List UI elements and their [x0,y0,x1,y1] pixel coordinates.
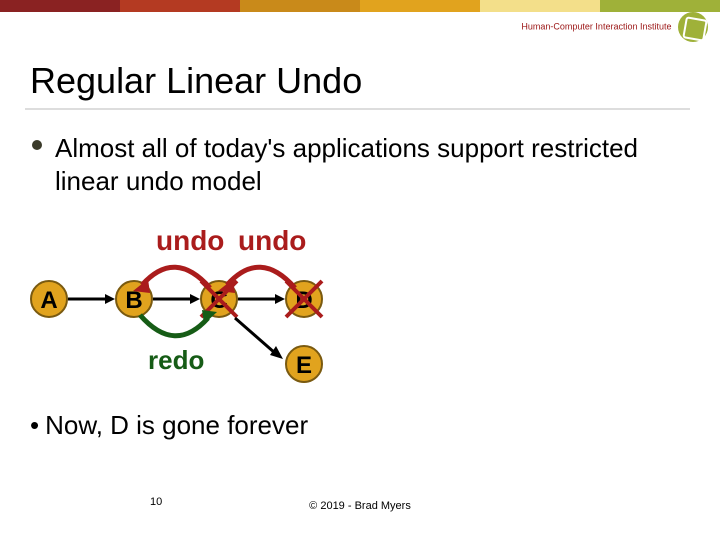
hcii-logo-icon [678,12,708,42]
top-color-bar: Human-Computer Interaction Institute [0,0,720,40]
node-a: A [30,280,68,318]
undo-diagram: undo undo redo A B C D E [30,225,380,415]
arrow-c-e-icon [230,313,290,363]
bullet2-dot-icon: • [30,410,39,440]
bar-seg-6 [600,0,720,12]
bullet-second: •Now, D is gone forever [30,410,308,441]
bar-seg-1 [0,0,120,12]
title-rule [25,108,690,110]
undo-arc-dc-icon [215,253,305,293]
slide: Human-Computer Interaction Institute Reg… [0,0,720,540]
bullet-dot-icon [32,140,42,150]
bar-seg-2 [120,0,240,12]
bar-seg-5 [480,0,600,12]
node-e: E [285,345,323,383]
institute-label: Human-Computer Interaction Institute [521,21,671,31]
undo-arc-cb-icon [130,253,220,293]
arrow-a-b-icon [68,291,115,307]
institute-block: Human-Computer Interaction Institute [521,12,708,42]
bar-seg-3 [240,0,360,12]
copyright: © 2019 - Brad Myers [0,500,720,512]
bullet-second-text: Now, D is gone forever [45,410,308,440]
bullet-main: Almost all of today's applications suppo… [55,132,690,197]
arrow-b-c-icon [153,291,200,307]
bar-seg-4 [360,0,480,12]
slide-title: Regular Linear Undo [30,60,362,102]
redo-arc-bc-icon [130,310,220,350]
arrow-c-d-icon [238,291,285,307]
